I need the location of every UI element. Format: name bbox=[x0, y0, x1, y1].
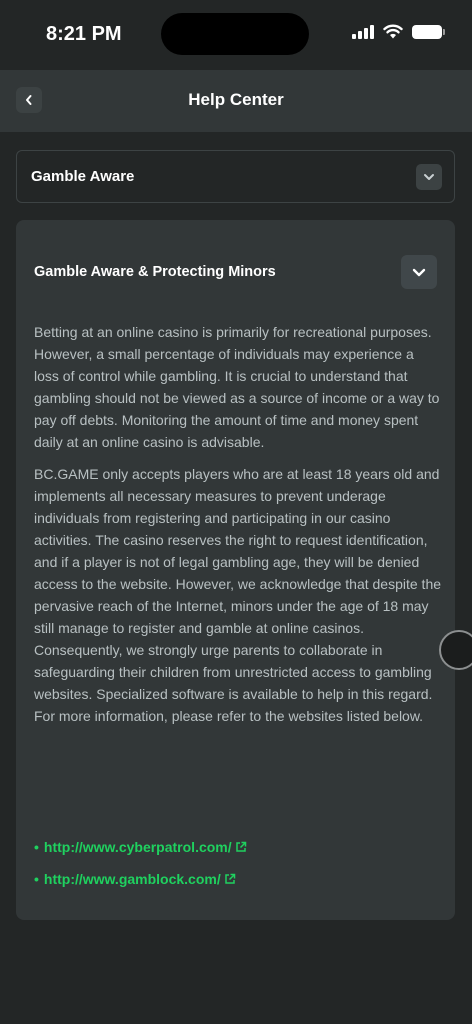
paragraph-recreational: Betting at an online casino is primarily… bbox=[34, 324, 440, 450]
collapse-toggle-button[interactable] bbox=[401, 255, 437, 289]
resource-links: • http://www.cyberpatrol.com/ • http://w… bbox=[34, 832, 247, 896]
link-text[interactable]: http://www.gamblock.com/ bbox=[44, 871, 221, 887]
expand-toggle-button[interactable] bbox=[416, 164, 442, 190]
status-time: 8:21 PM bbox=[46, 23, 122, 45]
status-bar: 8:21 PM bbox=[0, 0, 472, 70]
status-icons bbox=[352, 24, 445, 39]
external-link-icon bbox=[235, 841, 247, 853]
link-gamblock[interactable]: • http://www.gamblock.com/ bbox=[34, 864, 247, 894]
cellular-signal-icon bbox=[352, 24, 374, 39]
page-title: Help Center bbox=[188, 90, 284, 109]
link-cyberpatrol[interactable]: • http://www.cyberpatrol.com/ bbox=[34, 832, 247, 862]
wifi-icon bbox=[383, 24, 403, 39]
section-body: Betting at an online casino is primarily… bbox=[34, 321, 442, 737]
bullet: • bbox=[34, 871, 39, 887]
battery-icon bbox=[412, 24, 445, 39]
chevron-down-icon bbox=[424, 174, 434, 180]
paragraph-minors: BC.GAME only accepts players who are at … bbox=[34, 466, 442, 724]
bullet: • bbox=[34, 839, 39, 855]
link-text[interactable]: http://www.cyberpatrol.com/ bbox=[44, 839, 232, 855]
protecting-minors-panel: Gamble Aware & Protecting Minors Betting… bbox=[16, 220, 455, 920]
chevron-down-icon bbox=[412, 268, 426, 276]
floating-assistive-button[interactable] bbox=[439, 630, 472, 670]
accordion-label: Gamble Aware bbox=[31, 168, 135, 185]
section-title: Gamble Aware & Protecting Minors bbox=[34, 264, 276, 280]
dynamic-island bbox=[161, 13, 309, 55]
external-link-icon bbox=[224, 873, 236, 885]
gamble-aware-accordion[interactable]: Gamble Aware bbox=[16, 150, 455, 203]
